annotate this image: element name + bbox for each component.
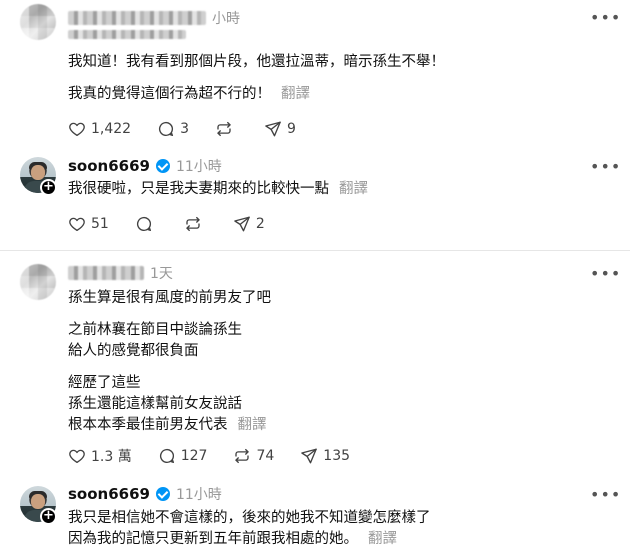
share-button[interactable]: 135 <box>300 447 350 465</box>
reply-button[interactable] <box>135 215 158 233</box>
comment-header: 小時 <box>68 8 240 28</box>
comment-text: 孫生算是很有風度的前男友了吧 之前林襄在節目中談論孫生 給人的感覺都很負面 經歷… <box>68 288 608 436</box>
share-count: 9 <box>287 121 296 137</box>
blurred-username[interactable] <box>68 266 144 280</box>
plus-icon[interactable]: + <box>40 179 57 196</box>
text-line: 我知道！我有看到那個片段，他還拉溫蒂，暗示孫生不舉！ <box>68 54 445 70</box>
heart-icon <box>69 449 85 464</box>
text-line: 給人的感覺都很負面 <box>68 343 199 359</box>
reply-text: 我很硬啦，只是我夫妻期來的比較快一點 翻譯 <box>68 179 608 200</box>
share-icon <box>265 121 281 137</box>
text-line: 孫生還能這樣幫前女友說話 <box>68 396 242 412</box>
translate-link[interactable]: 翻譯 <box>281 86 310 102</box>
text-line: 因為我的記憶只更新到五年前跟我相處的她。 <box>68 531 358 547</box>
blurred-username[interactable] <box>68 11 206 25</box>
translate-link[interactable]: 翻譯 <box>238 417 267 433</box>
share-count: 2 <box>255 216 265 232</box>
reply-text: 我只是相信她不會這樣的，後來的她我不知道變怎麼樣了 因為我的記憶只更新到五年前跟… <box>68 508 608 550</box>
more-icon[interactable]: ••• <box>590 266 620 287</box>
text-line-with-translate: 根本本季最佳前男友代表 翻譯 <box>68 415 608 436</box>
like-count: 1,422 <box>91 121 132 137</box>
comment-text: 我知道！我有看到那個片段，他還拉溫蒂，暗示孫生不舉！ 我真的覺得這個行為超不行的… <box>68 52 608 105</box>
repost-icon <box>235 448 250 464</box>
username[interactable]: soon6669 <box>68 157 150 175</box>
action-bar: 51 2 <box>68 213 291 235</box>
text-line: 孫生算是很有風度的前男友了吧 <box>68 290 271 306</box>
text-line: 之前林襄在節目中談論孫生 <box>68 322 242 338</box>
avatar-face <box>31 165 45 180</box>
comment-icon <box>159 121 174 137</box>
thread-1-comment: 小時 ••• 我知道！我有看到那個片段，他還拉溫蒂，暗示孫生不舉！ 我真的覺得這… <box>0 0 630 145</box>
share-icon <box>234 216 250 232</box>
like-count: 1.3 萬 <box>91 449 132 465</box>
text-line: 經歷了這些 <box>68 375 141 391</box>
heart-icon <box>69 122 85 137</box>
verified-badge-icon <box>155 487 170 501</box>
repost-button[interactable] <box>215 120 238 138</box>
text-line-with-translate: 因為我的記憶只更新到五年前跟我相處的她。 翻譯 <box>68 529 608 550</box>
verified-badge-icon <box>155 159 170 173</box>
more-icon[interactable]: ••• <box>590 487 620 508</box>
translate-link[interactable]: 翻譯 <box>339 181 368 197</box>
reply-button[interactable]: 3 <box>157 120 189 138</box>
reply-count: 127 <box>180 448 208 464</box>
like-button[interactable]: 1.3 萬 <box>68 446 132 466</box>
thread-2-reply: + soon6669 11小時 ••• 我只是相信她不會這樣的，後來的她我不知道… <box>0 473 630 556</box>
comment-header: 1天 <box>68 263 173 283</box>
post-time: 1天 <box>150 266 173 282</box>
translate-link[interactable]: 翻譯 <box>368 531 397 547</box>
share-button[interactable]: 2 <box>233 215 265 233</box>
post-time: 11小時 <box>175 159 222 175</box>
thread-2-comment: 1天 ••• 孫生算是很有風度的前男友了吧 之前林襄在節目中談論孫生 給人的感覺… <box>0 251 630 473</box>
repost-icon <box>186 216 200 232</box>
heart-icon <box>69 217 85 232</box>
post-time: 小時 <box>212 11 240 27</box>
like-button[interactable]: 1,422 <box>68 120 131 138</box>
thread-1-reply: + soon6669 11小時 ••• 我很硬啦，只是我夫妻期來的比較快一點 翻譯… <box>0 145 630 250</box>
text-line-with-translate: 我真的覺得這個行為超不行的！ 翻譯 <box>68 84 608 105</box>
more-icon[interactable]: ••• <box>590 10 620 31</box>
share-icon <box>301 448 318 464</box>
plus-icon[interactable]: + <box>40 508 57 525</box>
avatar[interactable] <box>20 4 56 40</box>
repost-button[interactable]: 74 <box>233 447 274 465</box>
text-line-with-translate: 我很硬啦，只是我夫妻期來的比較快一點 翻譯 <box>68 179 608 200</box>
share-count: 135 <box>323 448 351 464</box>
text-line: 我真的覺得這個行為超不行的！ <box>68 86 271 102</box>
reply-count: 3 <box>180 121 190 137</box>
action-bar: 1,422 3 9 <box>68 118 322 140</box>
text-line: 我只是相信她不會這樣的，後來的她我不知道變怎麼樣了 <box>68 510 431 526</box>
share-button[interactable]: 9 <box>264 120 296 138</box>
post-time: 11小時 <box>175 487 222 503</box>
repost-count: 74 <box>256 448 275 464</box>
repost-button[interactable] <box>184 215 207 233</box>
text-line: 根本本季最佳前男友代表 <box>68 417 228 433</box>
like-count: 51 <box>91 216 109 232</box>
reply-button[interactable]: 127 <box>158 447 208 465</box>
like-button[interactable]: 51 <box>68 215 109 233</box>
reply-header: soon6669 11小時 <box>68 156 222 176</box>
text-line: 我很硬啦，只是我夫妻期來的比較快一點 <box>68 181 329 197</box>
blurred-subline <box>68 30 186 39</box>
repost-icon <box>217 121 231 137</box>
comment-icon <box>136 216 151 232</box>
avatar-face <box>31 494 45 509</box>
username[interactable]: soon6669 <box>68 485 150 503</box>
more-icon[interactable]: ••• <box>590 159 620 180</box>
avatar[interactable] <box>20 264 56 300</box>
comment-icon <box>159 448 174 464</box>
action-bar: 1.3 萬 127 74 135 <box>68 445 376 467</box>
reply-header: soon6669 11小時 <box>68 484 222 504</box>
